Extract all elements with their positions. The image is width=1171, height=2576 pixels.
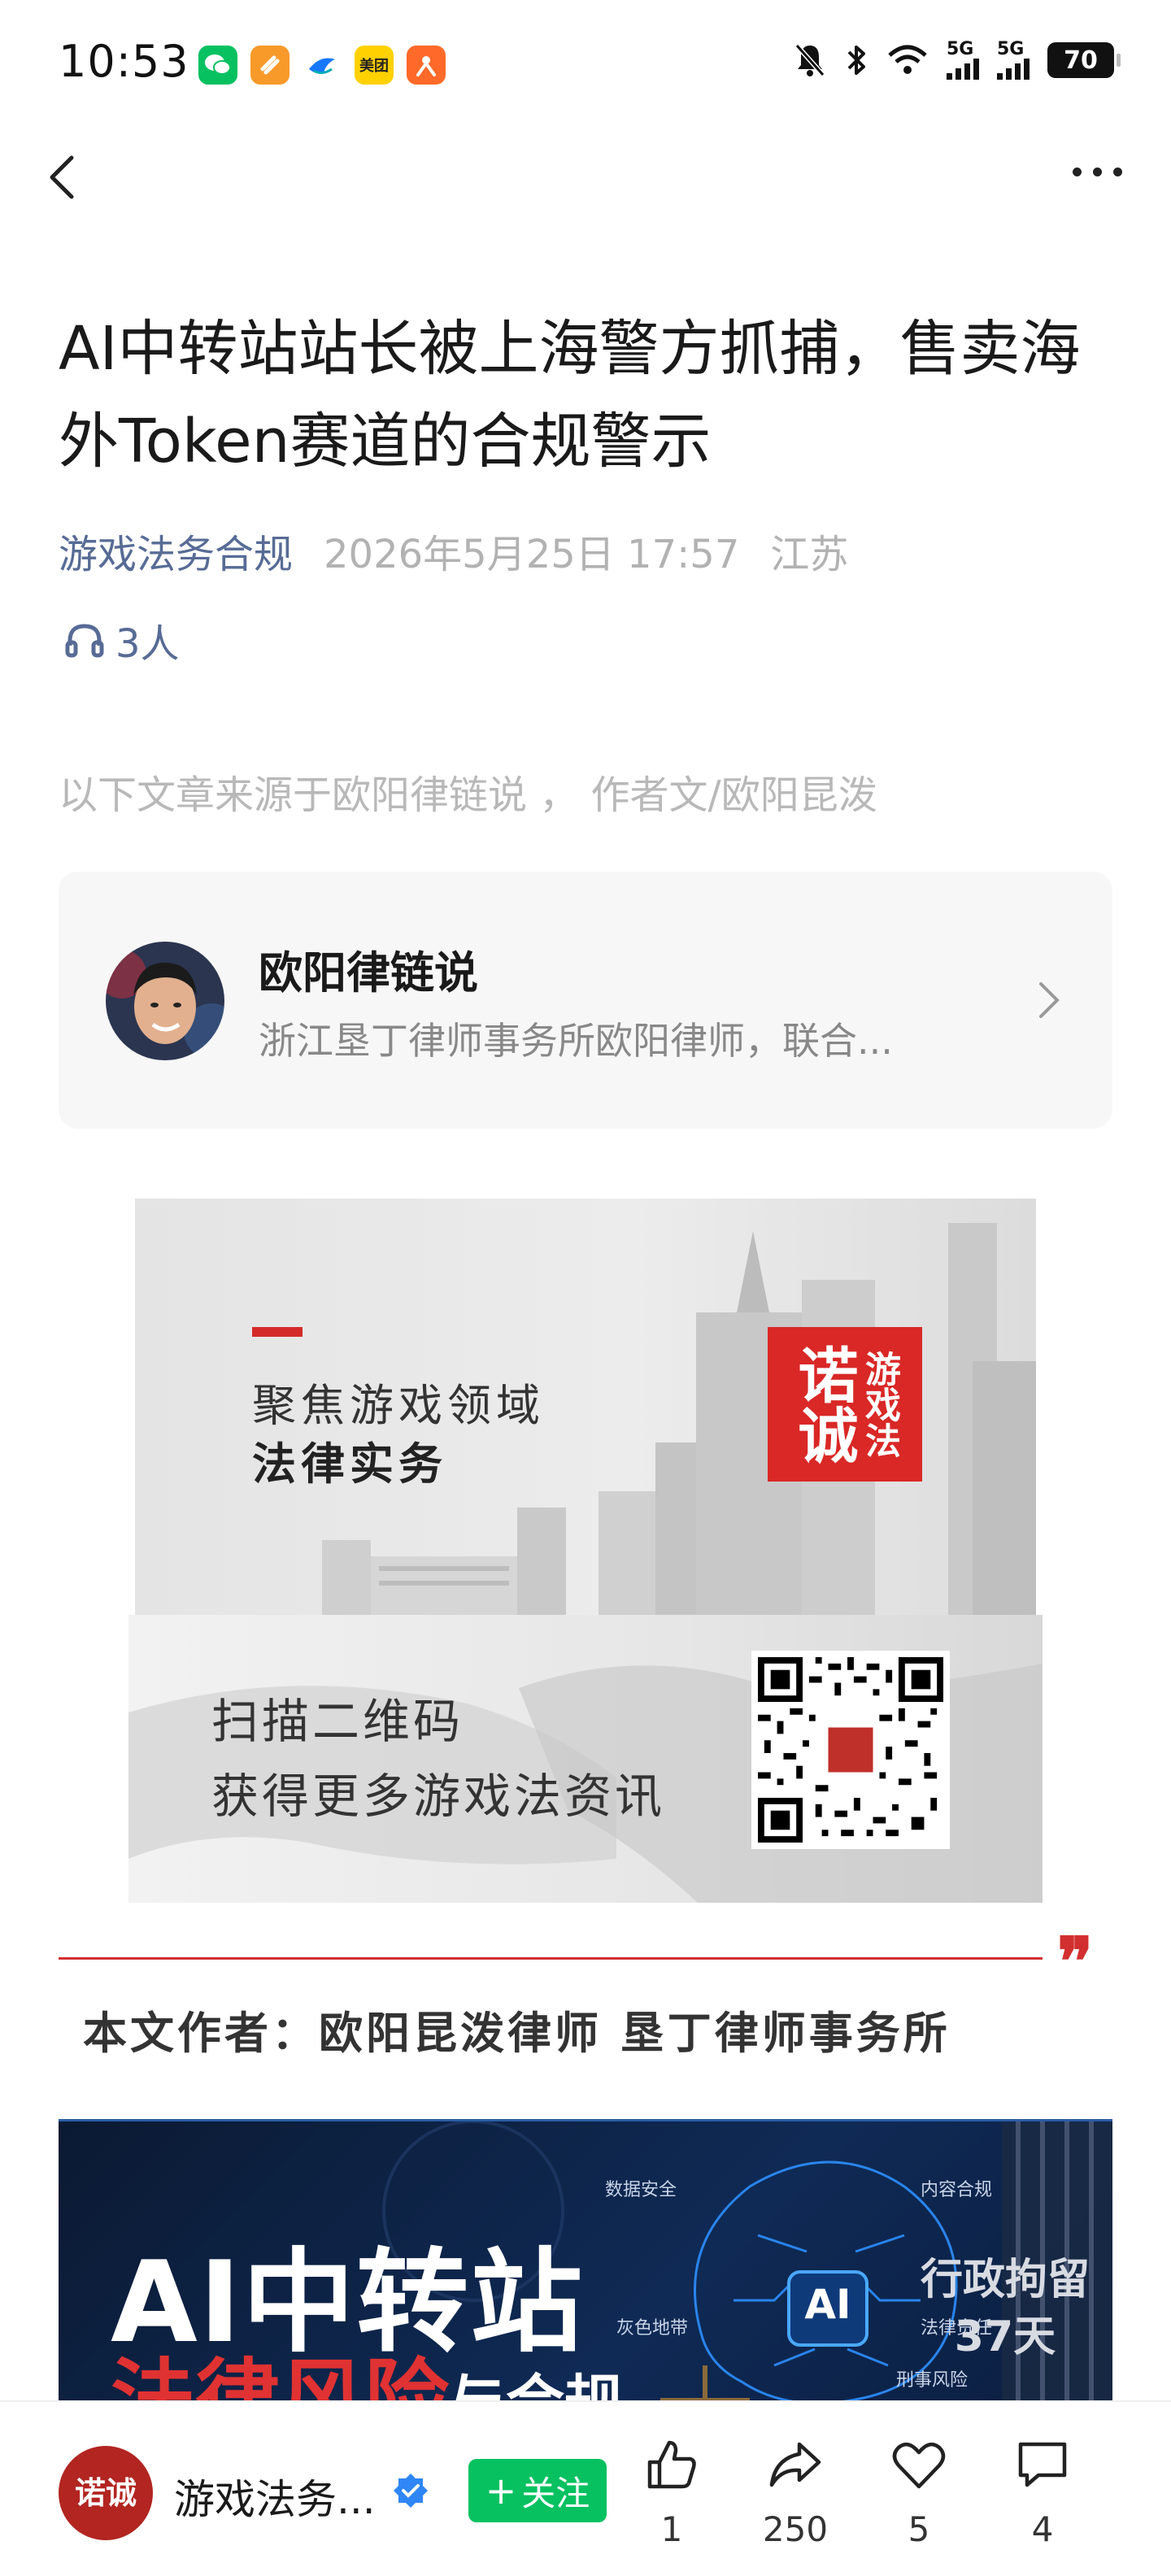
- comment-count: 4: [1031, 2509, 1054, 2549]
- signal-1: 5G: [947, 41, 979, 80]
- article-title: AI中转站站长被上海警方抓捕，售卖海外Token赛道的合规警示: [59, 314, 1081, 476]
- account-avatar-text: 诺诚: [74, 2475, 137, 2511]
- profile-avatar: [106, 942, 224, 1060]
- battery-indicator: 70: [1047, 42, 1121, 78]
- plus-icon: +: [485, 2469, 517, 2513]
- signal-bars-2-icon: [997, 59, 1030, 80]
- hero-tag-5: 刑事风险: [896, 2370, 969, 2391]
- banner-line-1: 聚焦游戏领域: [252, 1380, 545, 1431]
- bird-app-icon: [303, 46, 342, 85]
- hero-tag-2: 内容合规: [921, 2180, 993, 2200]
- article-date: 2026年5月25日 17:57: [324, 532, 740, 577]
- meituan-icon: 美团: [355, 46, 394, 85]
- article-location: 江苏: [770, 532, 849, 577]
- signal-2: 5G: [997, 41, 1030, 80]
- verified-badge-icon: [394, 2474, 428, 2508]
- top-nav: [0, 138, 1171, 220]
- wifi-icon: [888, 45, 927, 74]
- heart-icon: [892, 2442, 946, 2489]
- more-options-icon[interactable]: [1073, 168, 1122, 176]
- bottom-action-bar: 诺诚 游戏法务... + 关注 1 250 5 4: [0, 2400, 1171, 2576]
- account-avatar[interactable]: 诺诚: [59, 2446, 153, 2540]
- comment-button[interactable]: 4: [994, 2435, 1091, 2549]
- favorite-button[interactable]: 5: [870, 2435, 968, 2549]
- follow-label: 关注: [521, 2473, 590, 2513]
- account-name[interactable]: 游戏法务...: [174, 2467, 376, 2526]
- wechat-icon: [198, 46, 237, 85]
- section-divider: [59, 1957, 1043, 1960]
- article-byline: 本文作者：欧阳昆泼律师 垦丁律师事务所: [83, 2008, 951, 2059]
- banner-accent-bar: [252, 1327, 303, 1337]
- status-time: 10:53: [59, 36, 189, 87]
- qr-code-image[interactable]: [751, 1651, 950, 1849]
- notification-app-icons: 美团: [198, 46, 446, 85]
- profile-description: 浙江垦丁律师事务所欧阳律师，联合...: [259, 1019, 893, 1063]
- taobao-icon: [407, 46, 446, 85]
- meituan-label: 美团: [359, 58, 389, 75]
- hero-ai-chip-label: AI: [804, 2281, 851, 2328]
- profile-name: 欧阳律链说: [259, 947, 478, 999]
- status-indicators: 5G 5G 70: [794, 41, 1121, 80]
- banner-line-2: 法律实务: [252, 1438, 447, 1490]
- signal-bars-1-icon: [947, 59, 979, 80]
- thumbs-up-icon: [647, 2440, 696, 2489]
- quote-mark-icon: ❞: [1057, 1923, 1094, 2001]
- like-button[interactable]: 1: [623, 2435, 720, 2549]
- share-count: 250: [762, 2509, 829, 2549]
- seal-side-text: 游戏法: [859, 1351, 900, 1458]
- comment-icon: [1018, 2442, 1067, 2487]
- listen-count[interactable]: 3人: [63, 611, 180, 668]
- hero-right-text: 行政拘留 37天: [921, 2252, 1090, 2365]
- follow-button[interactable]: + 关注: [468, 2459, 607, 2522]
- like-count: 1: [660, 2509, 683, 2549]
- chevron-right-icon: [1039, 982, 1060, 1018]
- favorite-count: 5: [908, 2509, 930, 2549]
- source-profile-card[interactable]: 欧阳律链说 浙江垦丁律师事务所欧阳律师，联合...: [59, 872, 1112, 1129]
- network-label-2: 5G: [997, 39, 1025, 59]
- listen-count-label: 3人: [115, 621, 180, 667]
- promo-banner-image: 聚焦游戏领域 法律实务 诺诚 游戏法: [135, 1199, 1036, 1615]
- bluetooth-icon: [847, 46, 865, 75]
- hero-tag-1: 数据安全: [605, 2180, 677, 2200]
- seal-main-text: 诺诚: [788, 1344, 858, 1464]
- app-orange-icon: [250, 46, 289, 85]
- status-bar: 10:53 美团 5G 5G 70: [0, 0, 1171, 130]
- share-button[interactable]: 250: [747, 2435, 844, 2549]
- hero-right-line-1: 行政拘留: [920, 2256, 1090, 2304]
- qr-code-banner: 扫描二维码 获得更多游戏法资讯: [128, 1615, 1043, 1903]
- back-icon[interactable]: [39, 153, 88, 202]
- article-author-link[interactable]: 游戏法务合规: [59, 522, 293, 579]
- share-icon: [769, 2442, 821, 2487]
- hero-right-line-2: 37天: [954, 2313, 1056, 2361]
- hero-tag-3: 灰色地带: [616, 2318, 689, 2339]
- qr-line-2: 获得更多游戏法资讯: [211, 1769, 666, 1824]
- mute-bell-icon: [794, 44, 825, 76]
- source-note: 以下文章来源于欧阳律链说 ， 作者文/欧阳昆泼: [59, 772, 877, 818]
- article-meta: 游戏法务合规 2026年5月25日 17:57 江苏: [59, 522, 848, 579]
- qr-line-1: 扫描二维码: [211, 1694, 464, 1749]
- network-label-1: 5G: [947, 39, 974, 59]
- headphones-icon: [65, 624, 104, 658]
- brand-seal-logo: 诺诚 游戏法: [768, 1327, 922, 1482]
- qr-pattern: [758, 1657, 943, 1843]
